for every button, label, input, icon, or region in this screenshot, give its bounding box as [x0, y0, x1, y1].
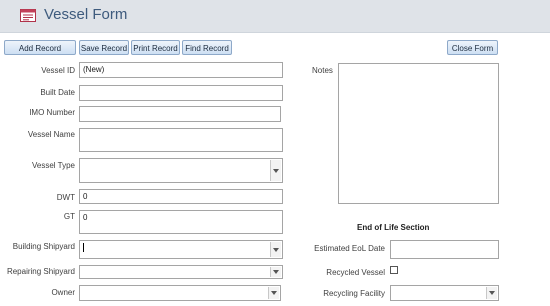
imo-number-field[interactable] — [79, 106, 281, 122]
vessel-id-field[interactable]: (New) — [79, 62, 283, 78]
recycling-facility-label: Recycling Facility — [323, 289, 385, 298]
print-record-button[interactable]: Print Record — [131, 40, 180, 55]
building-shipyard-combo[interactable] — [79, 240, 283, 259]
notes-label: Notes — [312, 66, 333, 75]
recycled-vessel-checkbox[interactable] — [390, 266, 398, 274]
notes-field[interactable] — [338, 63, 499, 204]
end-of-life-section-title: End of Life Section — [357, 223, 430, 232]
repairing-shipyard-combo[interactable] — [79, 265, 283, 279]
gt-field[interactable]: 0 — [79, 210, 283, 234]
save-record-button[interactable]: Save Record — [79, 40, 129, 55]
chevron-down-icon[interactable] — [486, 287, 497, 299]
owner-combo[interactable] — [79, 285, 281, 301]
vessel-type-combo[interactable] — [79, 158, 283, 183]
form-icon — [20, 9, 36, 22]
dwt-label: DWT — [56, 193, 75, 202]
add-record-button[interactable]: Add Record — [4, 40, 76, 55]
chevron-down-icon[interactable] — [270, 242, 281, 257]
vessel-name-field[interactable] — [79, 128, 283, 152]
gt-label: GT — [63, 212, 75, 221]
vessel-type-label: Vessel Type — [32, 161, 75, 170]
chevron-down-icon[interactable] — [270, 267, 281, 277]
repairing-shipyard-label: Repairing Shipyard — [6, 267, 75, 276]
owner-label: Owner — [51, 288, 75, 297]
imo-number-label: IMO Number — [29, 108, 75, 117]
text-caret — [83, 243, 84, 253]
chevron-down-icon[interactable] — [268, 287, 279, 299]
chevron-down-icon[interactable] — [270, 160, 281, 181]
estimated-eol-date-label: Estimated EoL Date — [314, 244, 385, 253]
title-bar: Vessel Form — [0, 0, 550, 33]
vessel-name-label: Vessel Name — [27, 130, 75, 139]
recycling-facility-combo[interactable] — [390, 285, 499, 301]
find-record-button[interactable]: Find Record — [182, 40, 232, 55]
form-title: Vessel Form — [44, 6, 128, 23]
building-shipyard-label: Building Shipyard — [12, 242, 75, 251]
recycled-vessel-label: Recycled Vessel — [326, 268, 385, 277]
close-form-button[interactable]: Close Form — [447, 40, 498, 55]
vessel-id-label: Vessel ID — [41, 66, 75, 75]
built-date-field[interactable] — [79, 85, 283, 101]
estimated-eol-date-field[interactable] — [390, 240, 499, 259]
dwt-field[interactable]: 0 — [79, 189, 283, 204]
built-date-label: Built Date — [40, 88, 75, 97]
